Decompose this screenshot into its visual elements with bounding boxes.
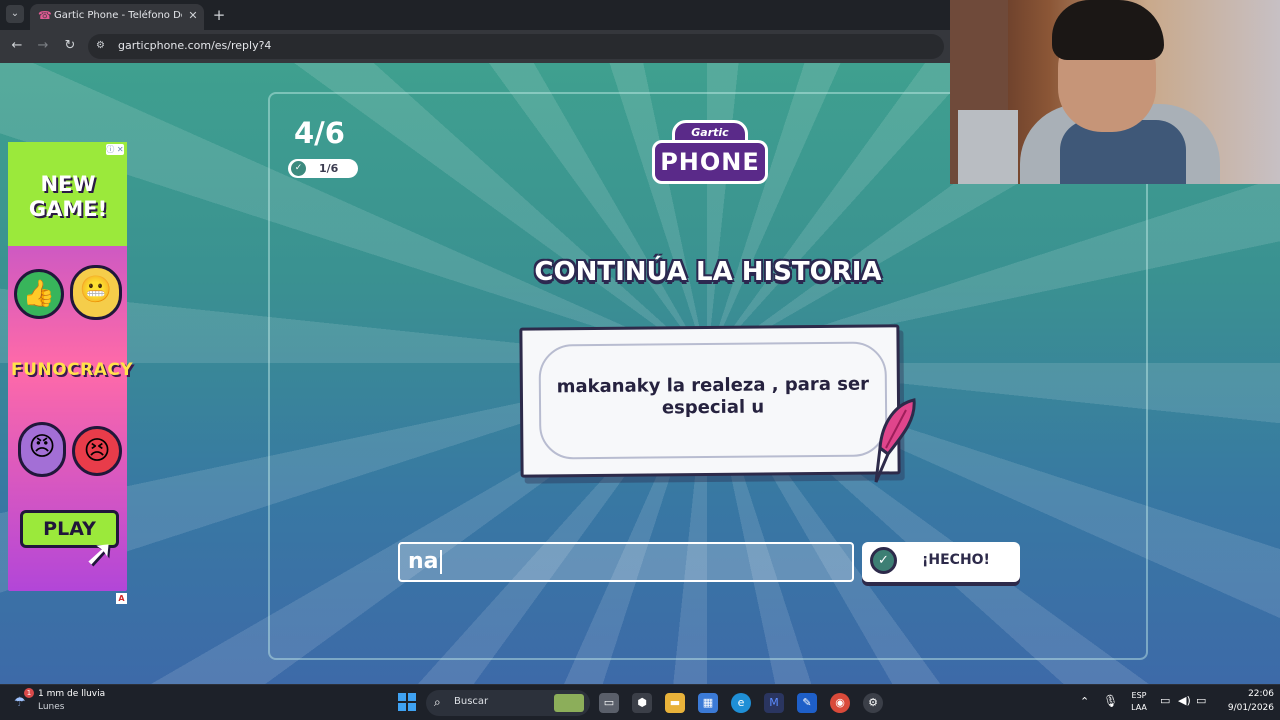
tray-overflow-icon[interactable]: ⌃ <box>1080 695 1089 708</box>
input-language[interactable]: ESP LAA <box>1128 690 1150 714</box>
file-explorer-icon[interactable]: ▬ <box>665 693 685 713</box>
back-icon[interactable]: ← <box>8 37 26 55</box>
done-button[interactable]: ✓ ¡HECHO! <box>862 542 1020 582</box>
advertisement-banner[interactable]: ⓘ ✕ NEW GAME! 👍 😬 FUNOCRACY 😠 😣 PLAY ➚ <box>8 142 134 591</box>
chrome-icon[interactable]: ◉ <box>830 693 850 713</box>
browser-tab[interactable]: ☎ Gartic Phone - Teléfono Descon ✕ <box>30 4 204 30</box>
clock-date[interactable]: 9/01/2026 <box>1218 703 1274 713</box>
store-icon[interactable]: ▦ <box>698 693 718 713</box>
edge-icon[interactable]: e <box>731 693 751 713</box>
taskbar: ☂ 1 1 mm de lluvia Lunes ⌕ Buscar ▭ ⬢ ▬ … <box>0 684 1280 720</box>
players-done-badge: ✓ 1/6 <box>288 159 358 178</box>
browser-tab-bar: ⌄ ☎ Gartic Phone - Teléfono Descon ✕ + <box>0 0 950 30</box>
cursor-arrow-icon: ➚ <box>84 533 115 574</box>
round-counter: 4/6 <box>294 116 345 150</box>
ad-brand-logo: FUNOCRACY <box>11 360 134 380</box>
taskbar-search[interactable]: ⌕ Buscar <box>426 690 590 716</box>
pen-app-icon[interactable]: ✎ <box>797 693 817 713</box>
tab-title: Gartic Phone - Teléfono Descon <box>54 10 182 21</box>
start-tile <box>408 693 416 701</box>
gartic-phone-logo: Gartic PHONE <box>650 120 770 192</box>
microphone-icon[interactable]: 🎙 <box>1103 694 1118 708</box>
blonde-character-icon: 😬 <box>70 265 122 320</box>
tab-search-button[interactable]: ⌄ <box>6 5 24 23</box>
story-answer-input[interactable]: na <box>398 542 854 582</box>
weather-day[interactable]: Lunes <box>38 702 65 712</box>
check-icon: ✓ <box>291 161 306 176</box>
url-text[interactable]: garticphone.com/es/reply?4 <box>118 39 271 52</box>
windows-start-icon[interactable] <box>398 693 417 712</box>
weather-alert-badge: 1 <box>24 688 34 698</box>
forward-icon[interactable]: → <box>34 37 52 55</box>
phone-favicon-icon: ☎ <box>38 9 52 22</box>
webcam-person-hair <box>1052 0 1164 60</box>
input-language-code: ESP <box>1131 691 1147 700</box>
prompt-text: makanaky la realeza , para ser especial … <box>556 373 870 419</box>
site-info-icon[interactable]: ⚙ <box>96 39 110 53</box>
address-bar[interactable]: ⚙ garticphone.com/es/reply?4 <box>88 34 944 59</box>
start-tile <box>398 693 406 701</box>
ad-info-icon[interactable]: ⓘ ✕ <box>106 144 124 155</box>
done-button-label: ¡HECHO! <box>922 552 990 568</box>
battery-icon[interactable]: ▭ <box>1196 694 1206 707</box>
input-language-layout: LAA <box>1131 703 1147 712</box>
answer-input-value: na <box>408 549 439 574</box>
reload-icon[interactable]: ↻ <box>61 37 79 55</box>
app-cube-icon[interactable]: ⬢ <box>632 693 652 713</box>
search-highlight-image <box>554 694 584 712</box>
volume-icon[interactable]: ◀) <box>1178 694 1191 707</box>
angry-face-icon: 😣 <box>72 426 122 476</box>
start-tile <box>398 703 406 711</box>
players-done-count: 1/6 <box>319 162 339 175</box>
text-caret <box>439 550 442 574</box>
check-circle-icon: ✓ <box>870 547 897 574</box>
close-icon[interactable]: ✕ <box>186 9 200 23</box>
page-heading: CONTINÚA LA HISTORIA <box>534 257 882 287</box>
start-tile <box>408 703 416 711</box>
settings-icon[interactable]: ⚙ <box>863 693 883 713</box>
search-icon: ⌕ <box>434 695 441 709</box>
logo-phone-text: PHONE <box>652 140 768 184</box>
ad-headline: NEW GAME! <box>28 172 108 221</box>
thumbs-up-icon: 👍 <box>14 269 64 319</box>
network-icon[interactable]: ▭ <box>1160 694 1170 707</box>
browser-toolbar: ← → ↻ ⚙ garticphone.com/es/reply?4 <box>0 30 950 63</box>
new-tab-button[interactable]: + <box>210 6 228 24</box>
search-label: Buscar <box>454 696 489 707</box>
adchoices-badge[interactable]: A <box>116 593 127 604</box>
quill-pen-icon <box>874 398 916 483</box>
bearded-character-icon: 😠 <box>18 422 66 477</box>
webcam-background-shelf <box>958 110 1018 184</box>
m-app-icon[interactable]: M <box>764 693 784 713</box>
weather-summary[interactable]: 1 mm de lluvia <box>38 689 105 699</box>
clock-time[interactable]: 22:06 <box>1226 689 1274 699</box>
webcam-overlay <box>950 0 1280 184</box>
task-view-icon[interactable]: ▭ <box>599 693 619 713</box>
prompt-card: makanaky la realeza , para ser especial … <box>519 324 901 478</box>
